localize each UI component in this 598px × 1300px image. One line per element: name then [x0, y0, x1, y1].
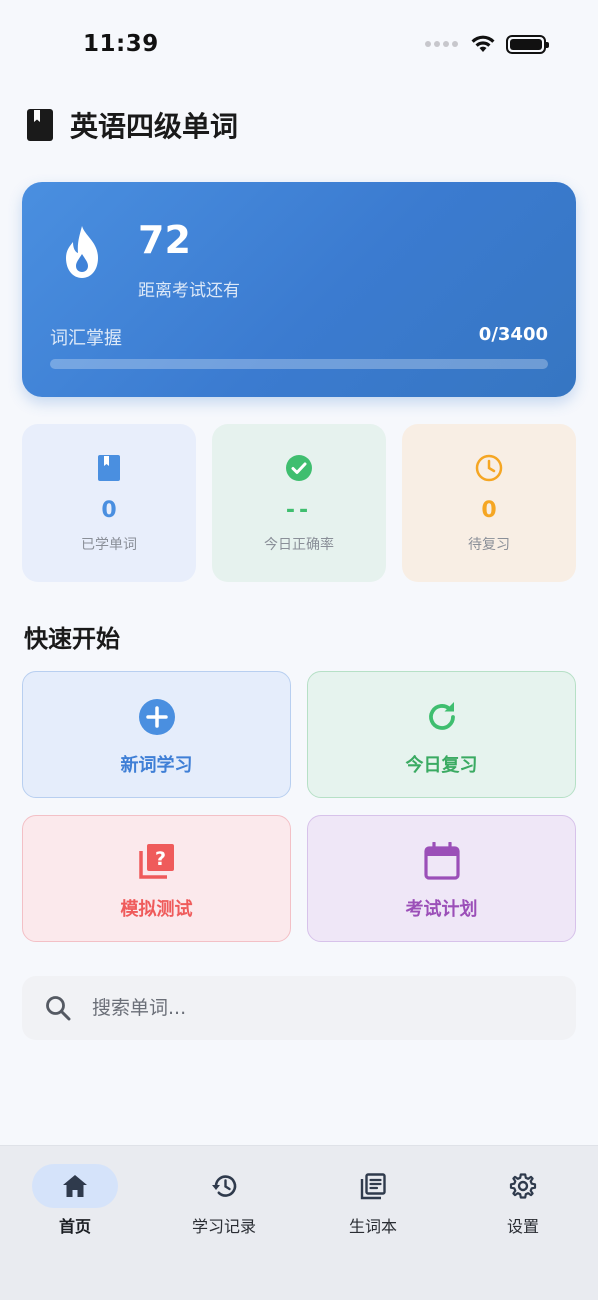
tab-icon-wrap: [330, 1164, 416, 1208]
stats-row: 0 已学单词 -- 今日正确率 0 待复习: [22, 424, 576, 582]
history-icon: [212, 1175, 237, 1197]
notebook-icon: [360, 1173, 386, 1200]
tab-vocab-notebook[interactable]: 生词本: [318, 1164, 428, 1237]
svg-text:?: ?: [154, 848, 165, 870]
plus-circle-icon: [138, 699, 175, 735]
check-circle-icon: [286, 455, 312, 481]
stat-label: 已学单词: [81, 537, 137, 553]
status-bar: 11:39: [0, 0, 598, 90]
status-icons: [425, 34, 549, 54]
search-box[interactable]: [22, 976, 576, 1040]
daily-review-label: 今日复习: [405, 755, 478, 776]
tab-label: 生词本: [348, 1217, 397, 1236]
tab-label: 设置: [506, 1217, 539, 1236]
stat-value: 0: [101, 498, 117, 523]
new-words-label: 新词学习: [120, 755, 193, 776]
new-words-button[interactable]: 新词学习: [22, 671, 291, 798]
days-left-value: 72: [138, 218, 191, 262]
quick-start-title: 快速开始: [24, 625, 120, 653]
home-icon: [63, 1175, 87, 1197]
mock-test-button[interactable]: ? 模拟测试: [22, 815, 291, 942]
tab-icon-wrap: [181, 1164, 267, 1208]
days-left-caption: 距离考试还有: [138, 281, 240, 301]
gear-icon: [509, 1173, 537, 1199]
status-time: 11:39: [83, 31, 159, 57]
stat-label: 今日正确率: [264, 537, 334, 553]
wifi-icon: [471, 35, 495, 52]
stat-pending-review: 0 待复习: [402, 424, 576, 582]
exam-countdown-card: 72 距离考试还有 词汇掌握 0/3400: [22, 182, 576, 397]
stat-learned-words: 0 已学单词: [22, 424, 196, 582]
tab-label: 首页: [58, 1217, 91, 1236]
search-input[interactable]: [92, 997, 532, 1019]
tab-label: 学习记录: [191, 1217, 256, 1236]
cellular-signal-icon: [425, 41, 458, 47]
calendar-icon: [423, 842, 460, 880]
daily-review-button[interactable]: 今日复习: [307, 671, 576, 798]
mock-test-label: 模拟测试: [120, 899, 193, 920]
page-title: 英语四级单词: [70, 110, 239, 143]
stat-value: 0: [481, 498, 497, 523]
quiz-icon: ?: [138, 844, 174, 879]
book-icon: [98, 455, 120, 481]
search-icon: [46, 996, 71, 1021]
vocab-mastery-count: 0/3400: [478, 324, 548, 345]
stat-value: --: [285, 498, 313, 523]
tab-study-history[interactable]: 学习记录: [169, 1164, 279, 1237]
flame-icon: [66, 226, 98, 278]
battery-icon: [506, 34, 549, 54]
vocab-mastery-label: 词汇掌握: [50, 328, 122, 349]
stat-label: 待复习: [468, 537, 510, 553]
quick-start-grid: 新词学习 今日复习 ? 模拟测试 考试计划: [22, 671, 576, 942]
stat-accuracy: -- 今日正确率: [212, 424, 386, 582]
bottom-tab-bar: 首页 学习记录 生词本 设置: [0, 1145, 598, 1300]
tab-home[interactable]: 首页: [20, 1164, 130, 1237]
tab-icon-wrap: [32, 1164, 118, 1208]
page-header: 英语四级单词: [26, 105, 238, 145]
book-icon: [27, 109, 53, 141]
exam-plan-button[interactable]: 考试计划: [307, 815, 576, 942]
tab-icon-wrap: [480, 1164, 566, 1208]
clock-icon: [475, 454, 503, 482]
exam-plan-label: 考试计划: [405, 899, 478, 920]
vocab-progress-bar: [50, 359, 548, 369]
tab-settings[interactable]: 设置: [468, 1164, 578, 1237]
refresh-icon: [428, 702, 455, 730]
